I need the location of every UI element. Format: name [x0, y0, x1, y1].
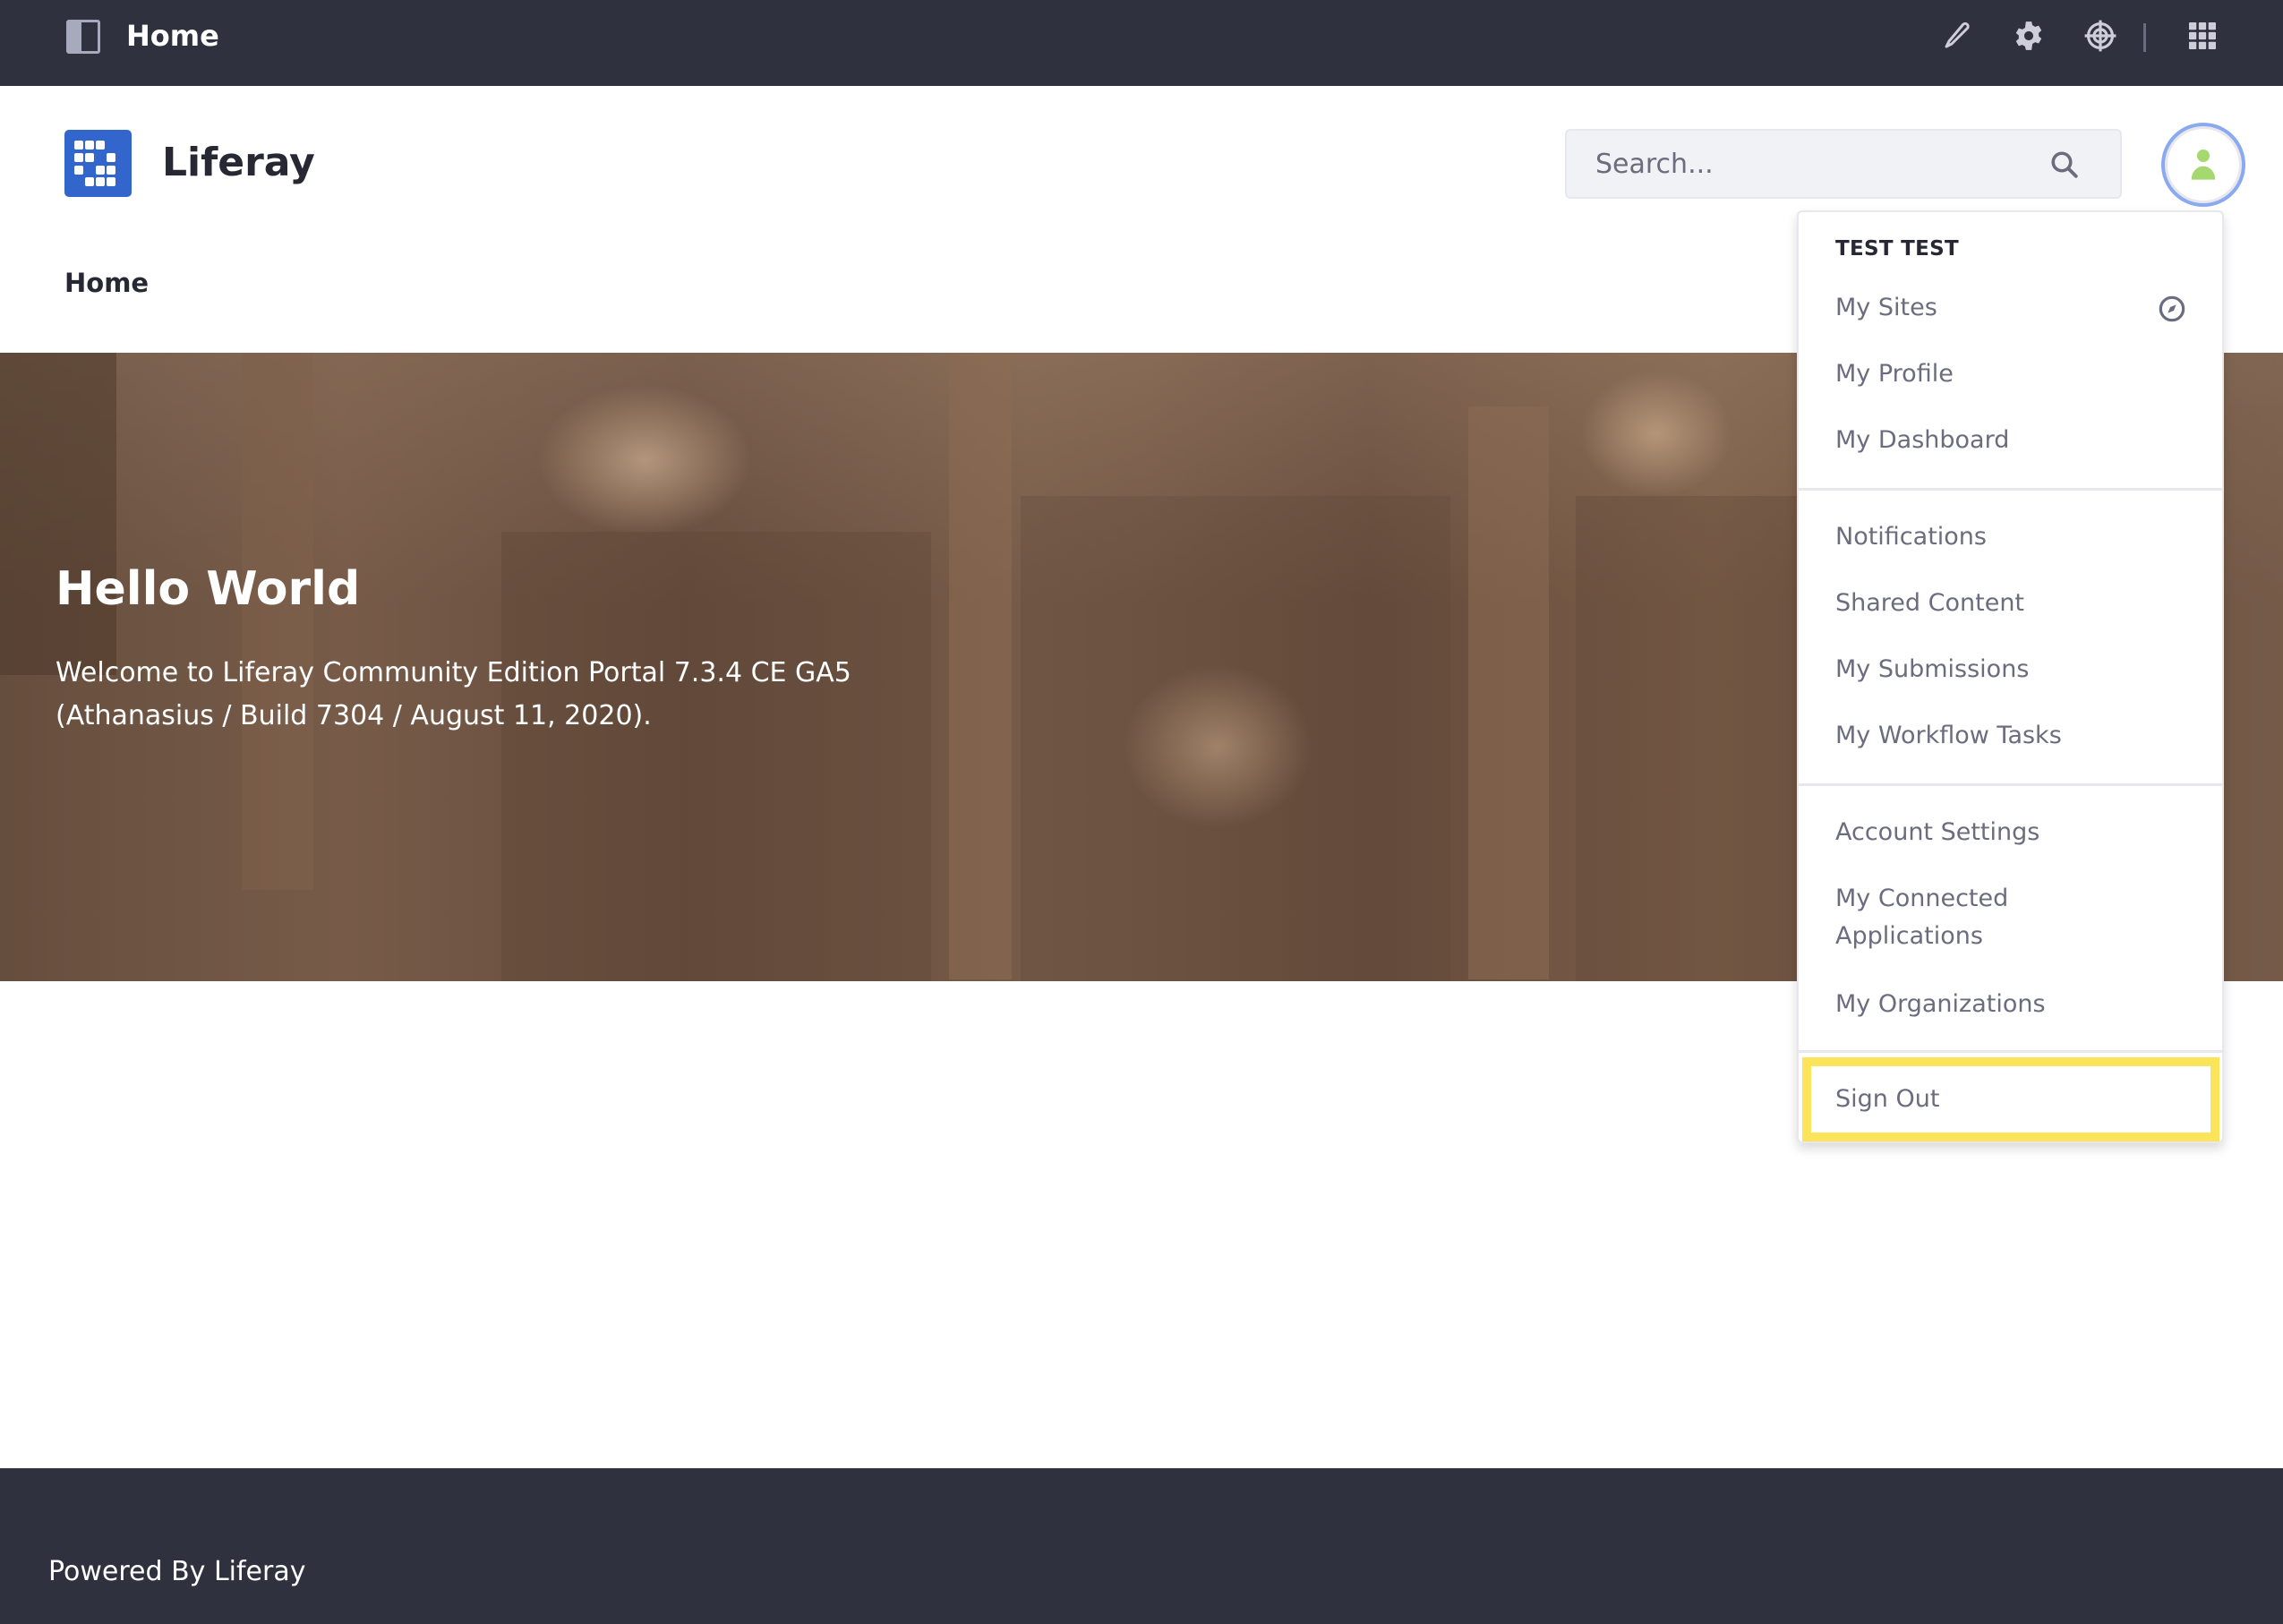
menu-item-my-connected-applications[interactable]: My Connected Applications	[1835, 880, 2086, 955]
search-icon[interactable]	[2048, 149, 2081, 181]
menu-item-my-profile[interactable]: My Profile	[1835, 355, 2193, 393]
breadcrumb[interactable]: Home	[64, 267, 149, 299]
search-bar	[1565, 129, 2122, 199]
menu-item-notifications[interactable]: Notifications	[1835, 518, 2193, 556]
menu-item-account-settings[interactable]: Account Settings	[1835, 814, 2193, 851]
menu-item-shared-content[interactable]: Shared Content	[1835, 585, 2193, 622]
hero-description: Welcome to Liferay Community Edition Por…	[56, 657, 851, 731]
menu-item-my-submissions[interactable]: My Submissions	[1835, 651, 2193, 688]
menu-item-my-organizations[interactable]: My Organizations	[1835, 986, 2193, 1023]
page-title: Home	[126, 19, 219, 53]
user-avatar-button[interactable]	[2161, 123, 2245, 207]
menu-item-sign-out[interactable]: Sign Out	[1835, 1081, 2193, 1118]
compass-icon	[2158, 295, 2186, 323]
user-menu-dropdown: TEST TEST My Sites My Profile My Dashboa…	[1797, 210, 2224, 1143]
simulation-target-icon[interactable]	[2081, 16, 2120, 56]
user-icon	[2191, 150, 2216, 180]
menu-item-my-workflow-tasks[interactable]: My Workflow Tasks	[1835, 717, 2193, 755]
toolbar-divider	[2143, 23, 2146, 52]
powered-by-link[interactable]: Powered By Liferay	[48, 1554, 306, 1590]
menu-item-my-dashboard[interactable]: My Dashboard	[1835, 422, 2193, 459]
pencil-icon[interactable]	[1937, 16, 1977, 56]
panel-toggle-icon[interactable]	[66, 20, 100, 54]
control-menu: Home	[0, 0, 2283, 86]
hero-title: Hello World	[56, 562, 361, 616]
menu-item-my-sites[interactable]: My Sites	[1835, 289, 2193, 327]
menu-divider	[1799, 783, 2222, 786]
gear-icon[interactable]	[2009, 16, 2048, 56]
apps-grid-icon[interactable]	[2183, 16, 2222, 56]
search-input[interactable]	[1567, 131, 2050, 197]
user-name-header: TEST TEST	[1835, 237, 1960, 261]
menu-divider	[1799, 1050, 2222, 1053]
liferay-logo[interactable]	[64, 130, 132, 197]
footer: Powered By Liferay	[0, 1468, 2283, 1624]
menu-divider	[1799, 488, 2222, 491]
site-name[interactable]: Liferay	[162, 136, 315, 190]
